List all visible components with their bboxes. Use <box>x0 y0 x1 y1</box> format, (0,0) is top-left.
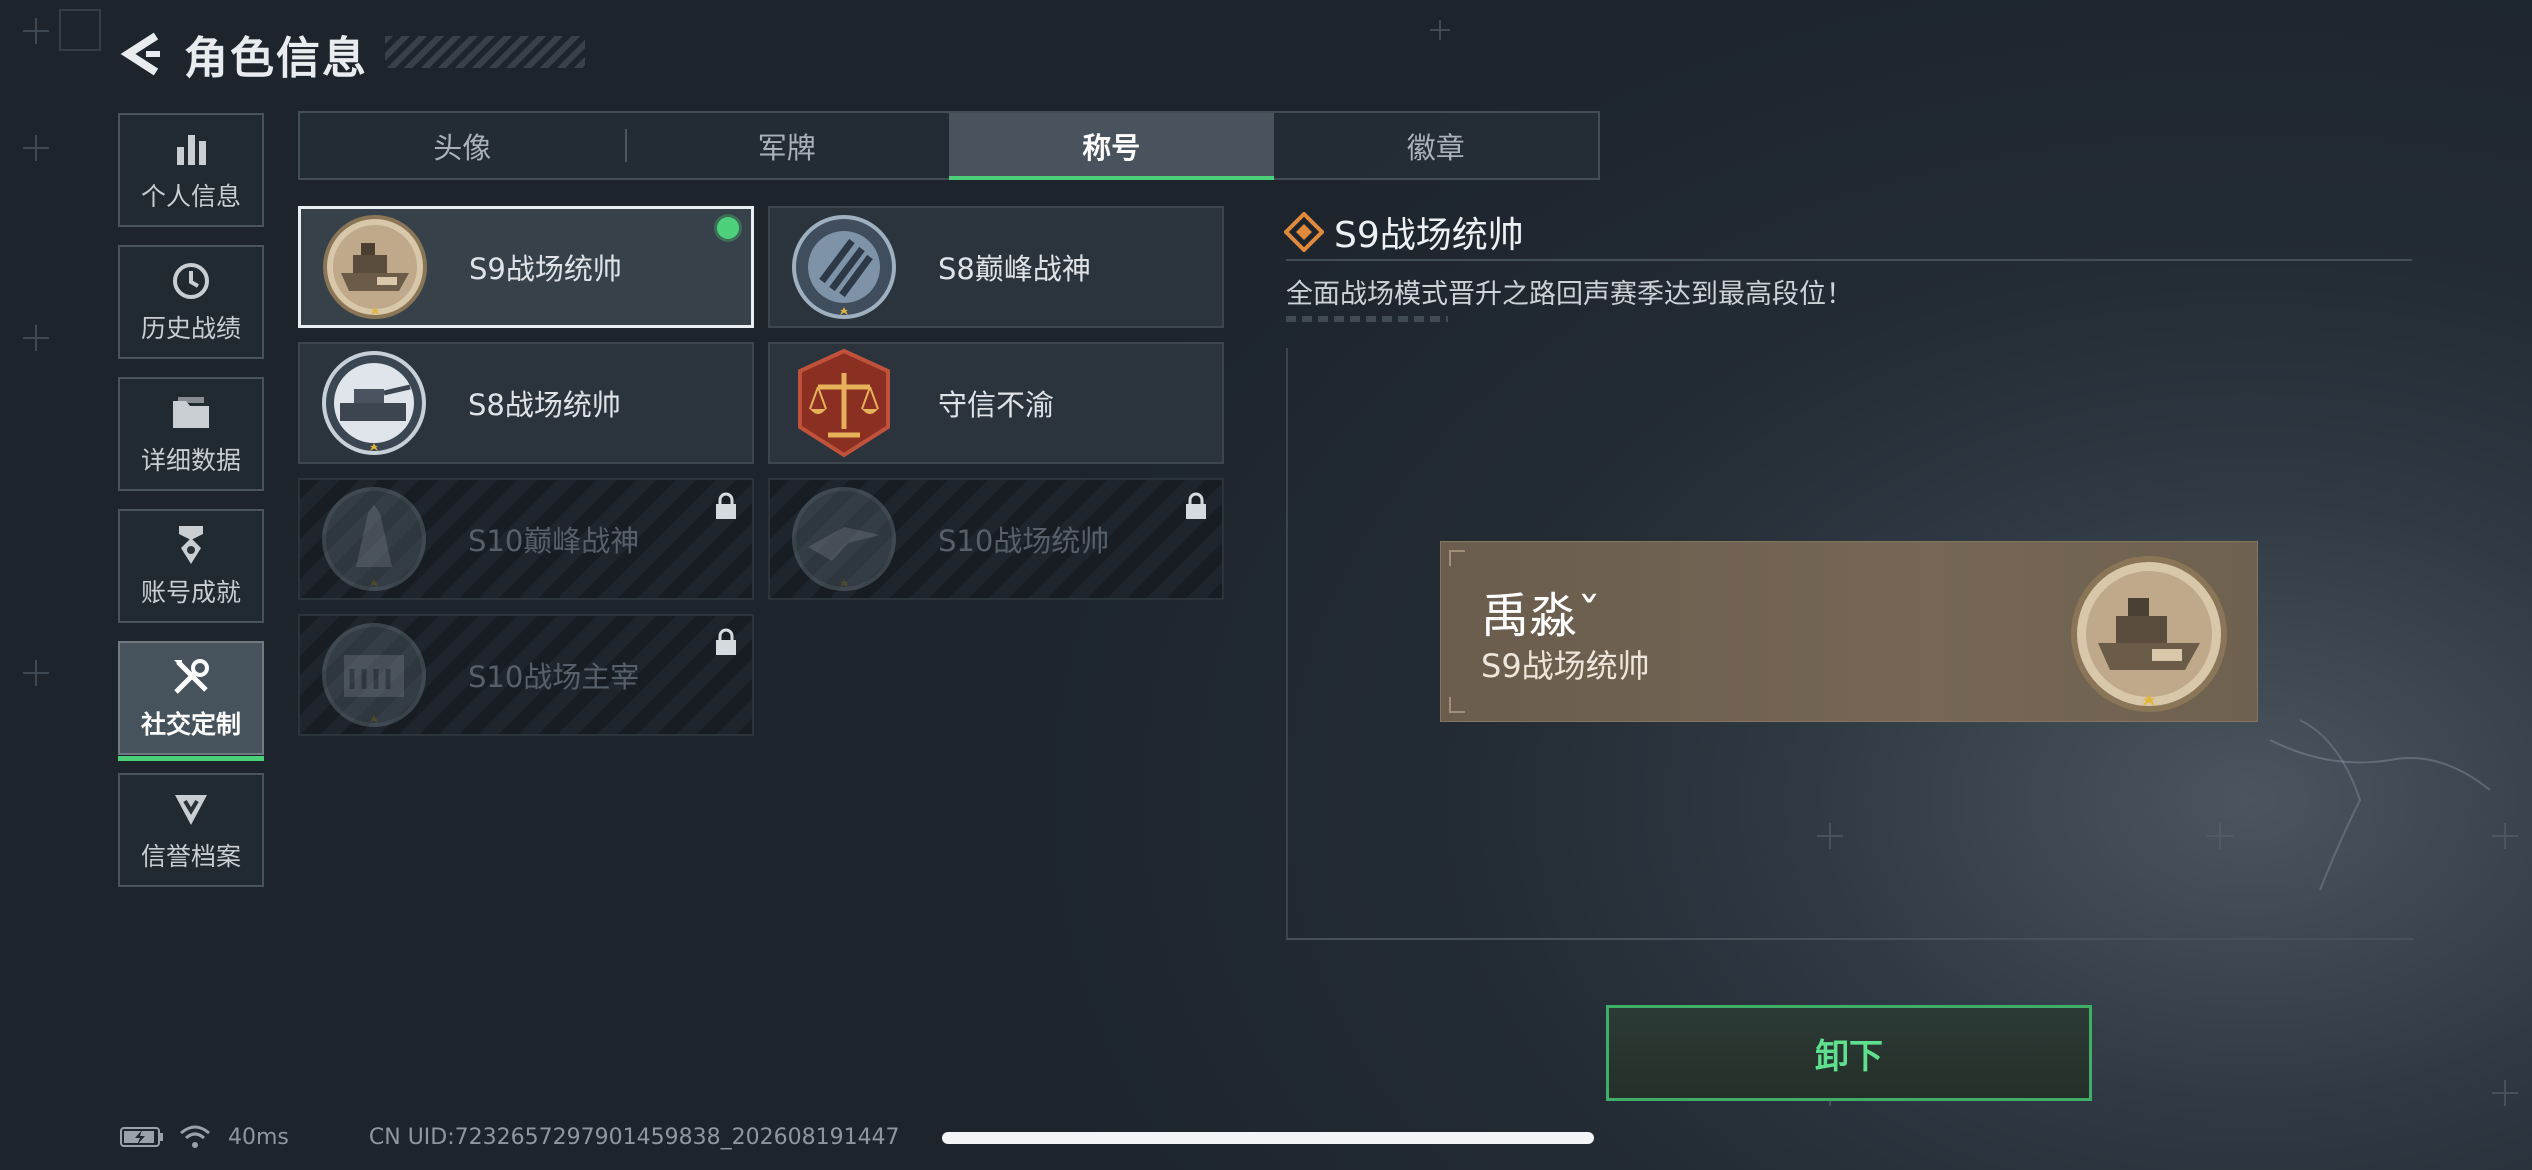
sidebar-item-label: 历史战绩 <box>140 314 241 343</box>
jet-emblem-icon <box>792 487 896 591</box>
unequip-button[interactable]: 卸下 <box>1606 1005 2092 1101</box>
back-arrow-icon <box>120 32 160 76</box>
preview-player-name: 禹淼ˇ <box>1481 588 1602 644</box>
ship-emblem-icon <box>2071 556 2227 712</box>
title-card-s9-commander[interactable]: S9战场统帅 <box>298 206 754 328</box>
tab-dogtag[interactable]: 军牌 <box>624 113 950 178</box>
tab-avatar[interactable]: 头像 <box>300 113 625 178</box>
sidebar-item-social-custom[interactable]: 社交定制 <box>118 641 264 761</box>
home-indicator[interactable] <box>942 1132 1594 1144</box>
title-card-keep-promise[interactable]: 守信不渝 <box>768 342 1224 464</box>
sidebar-item-history[interactable]: 历史战绩 <box>118 245 264 359</box>
detail-title: S9战场统帅 <box>1334 215 1524 256</box>
title-preview-card: 禹淼ˇ S9战场统帅 <box>1440 541 2258 722</box>
tank-emblem-icon <box>322 351 426 455</box>
sidebar-item-details[interactable]: 详细数据 <box>118 377 264 491</box>
title-name: S8战场统帅 <box>468 388 621 422</box>
title-name: S10巅峰战神 <box>468 524 640 558</box>
sidebar-item-achievements[interactable]: 账号成就 <box>118 509 264 623</box>
folder-icon <box>169 391 213 435</box>
corner-decoration <box>1449 550 1465 566</box>
tools-icon <box>169 655 213 699</box>
title-name: S10战场主宰 <box>468 660 640 694</box>
sidebar-item-label: 详细数据 <box>140 446 241 475</box>
tab-badge[interactable]: 徽章 <box>1274 113 1599 178</box>
sidebar-item-label: 社交定制 <box>140 710 241 739</box>
colosseum-emblem-icon <box>322 623 426 727</box>
title-name: 守信不渝 <box>938 388 1055 422</box>
lock-icon <box>1186 492 1206 519</box>
scales-emblem-icon <box>798 348 890 458</box>
history-clock-icon <box>169 259 213 303</box>
tab-bar: 头像 军牌 称号 徽章 <box>298 111 1600 180</box>
title-name: S10战场统帅 <box>938 524 1110 558</box>
equipped-indicator <box>717 217 739 239</box>
title-card-s8-war-god[interactable]: S8巅峰战神 <box>768 206 1224 328</box>
title-stripe-decoration <box>385 36 585 68</box>
detail-subtext-decoration <box>1286 316 1448 322</box>
title-card-s10-dominator[interactable]: S10战场主宰 <box>298 614 754 736</box>
page-title: 角色信息 <box>184 33 368 84</box>
page-header: 角色信息 <box>118 26 368 84</box>
tower-emblem-icon <box>322 487 426 591</box>
detail-divider <box>1286 259 2412 261</box>
sidebar-item-profile[interactable]: 个人信息 <box>118 113 264 227</box>
ship-emblem-icon <box>323 215 427 319</box>
sidebar-item-credit[interactable]: 信誉档案 <box>118 773 264 887</box>
achievement-badge-icon <box>169 523 213 567</box>
detail-description: 全面战场模式晋升之路回声赛季达到最高段位！ <box>1286 279 1853 310</box>
preview-title: S9战场统帅 <box>1481 647 1650 685</box>
title-card-s8-commander[interactable]: S8战场统帅 <box>298 342 754 464</box>
tab-title[interactable]: 称号 <box>949 113 1274 180</box>
uid-text: CN UID:7232657297901459838_202608191447 <box>368 1124 900 1150</box>
title-name: S8巅峰战神 <box>938 252 1091 286</box>
bar-chart-icon <box>169 127 213 171</box>
ping-readout: 40ms <box>228 1124 289 1150</box>
sidebar-item-label: 信誉档案 <box>140 842 241 871</box>
corner-decoration <box>1449 697 1465 713</box>
status-bar: 40ms CN UID:7232657297901459838_20260819… <box>120 1122 900 1152</box>
sidebar-item-label: 账号成就 <box>140 578 241 607</box>
sidebar-item-label: 个人信息 <box>140 182 241 211</box>
battery-icon <box>120 1127 163 1147</box>
lock-icon <box>716 628 736 655</box>
title-name: S9战场统帅 <box>469 252 622 286</box>
title-card-s10-war-god[interactable]: S10巅峰战神 <box>298 478 754 600</box>
back-button[interactable] <box>118 26 166 82</box>
lock-icon <box>716 492 736 519</box>
title-diamond-icon <box>1284 212 1324 252</box>
sidebar: 个人信息 历史战绩 详细数据 账号成就 社交定制 信誉档案 <box>118 113 266 905</box>
credit-shield-icon <box>169 787 213 831</box>
wifi-icon <box>180 1125 210 1148</box>
title-card-s10-commander[interactable]: S10战场统帅 <box>768 478 1224 600</box>
striped-emblem-icon <box>792 215 896 319</box>
